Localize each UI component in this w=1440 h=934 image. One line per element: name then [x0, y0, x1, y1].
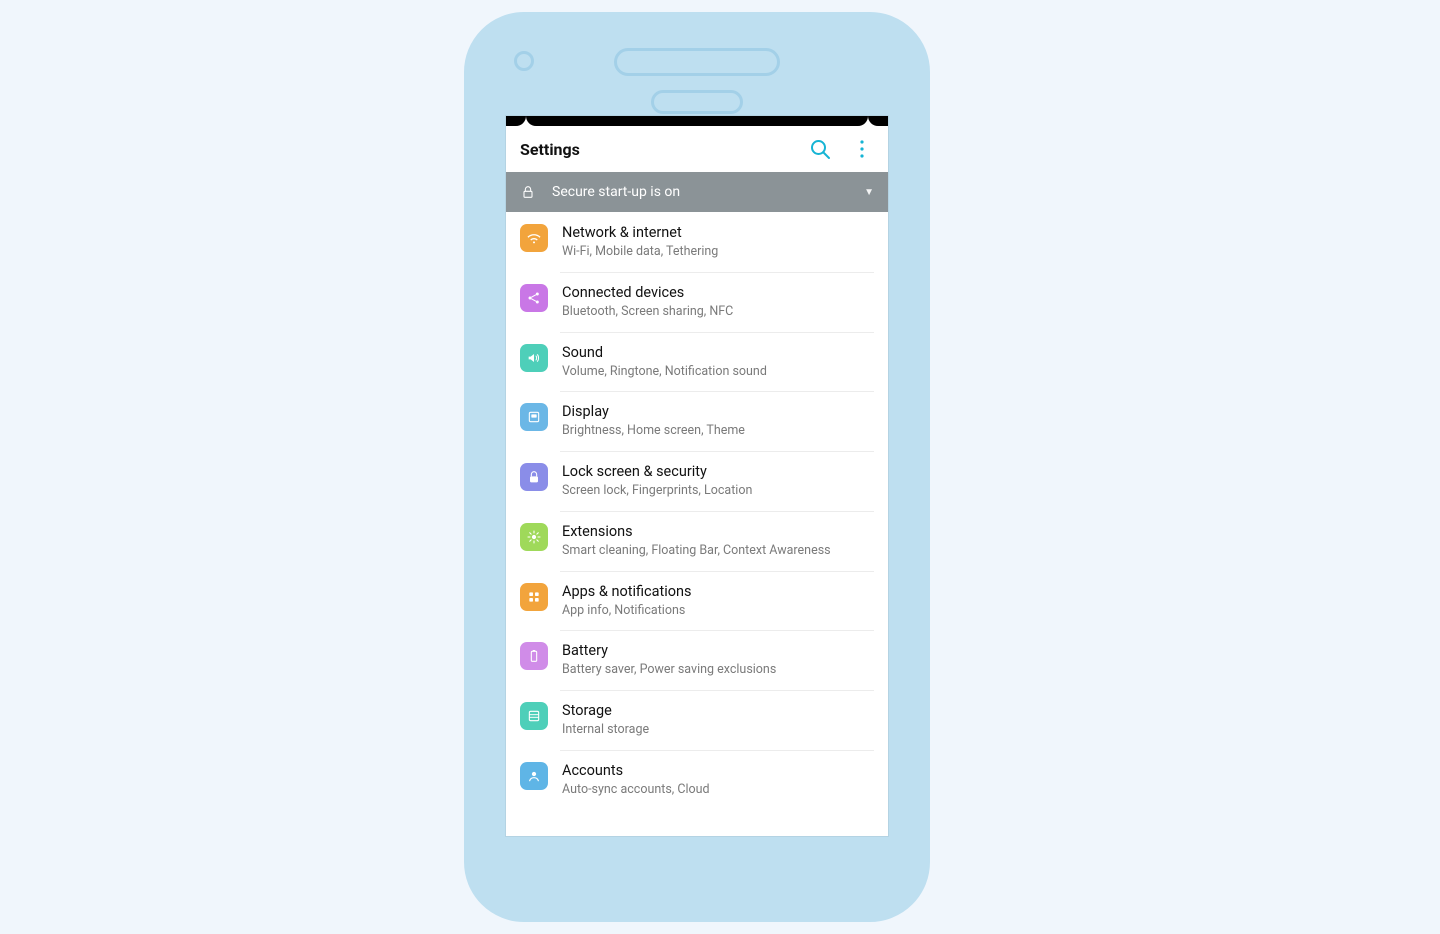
item-subtitle: Brightness, Home screen, Theme	[562, 423, 745, 439]
settings-item-accounts[interactable]: Accounts Auto-sync accounts, Cloud	[506, 750, 888, 810]
item-subtitle: Bluetooth, Screen sharing, NFC	[562, 304, 733, 320]
item-subtitle: Wi-Fi, Mobile data, Tethering	[562, 244, 718, 260]
settings-item-extensions[interactable]: Extensions Smart cleaning, Floating Bar,…	[506, 511, 888, 571]
item-subtitle: Screen lock, Fingerprints, Location	[562, 483, 752, 499]
item-title: Battery	[562, 642, 776, 660]
settings-item-storage[interactable]: Storage Internal storage	[506, 690, 888, 750]
item-title: Accounts	[562, 762, 710, 780]
phone-frame: Settings	[464, 12, 930, 922]
accounts-icon	[520, 762, 548, 790]
item-title: Storage	[562, 702, 649, 720]
phone-speaker-decor	[614, 48, 780, 76]
phone-camera-decor	[514, 51, 534, 71]
item-title: Extensions	[562, 523, 831, 541]
settings-item-connected-devices[interactable]: Connected devices Bluetooth, Screen shar…	[506, 272, 888, 332]
settings-item-sound[interactable]: Sound Volume, Ringtone, Notification sou…	[506, 332, 888, 392]
item-title: Lock screen & security	[562, 463, 752, 481]
more-vert-icon	[850, 137, 874, 161]
settings-list: Network & internet Wi-Fi, Mobile data, T…	[506, 212, 888, 810]
app-bar: Settings	[506, 126, 888, 172]
item-title: Apps & notifications	[562, 583, 692, 601]
settings-item-display[interactable]: Display Brightness, Home screen, Theme	[506, 391, 888, 451]
item-title: Network & internet	[562, 224, 718, 242]
battery-icon	[520, 642, 548, 670]
search-button[interactable]	[808, 137, 832, 161]
display-icon	[520, 403, 548, 431]
search-icon	[808, 137, 832, 161]
extensions-icon	[520, 523, 548, 551]
screen: Settings	[506, 116, 888, 836]
apps-icon	[520, 583, 548, 611]
settings-item-network[interactable]: Network & internet Wi-Fi, Mobile data, T…	[506, 212, 888, 272]
notch	[526, 116, 868, 126]
share-icon	[520, 284, 548, 312]
storage-icon	[520, 702, 548, 730]
lock-icon	[520, 184, 536, 200]
secure-startup-banner[interactable]: Secure start-up is on ▼	[506, 172, 888, 212]
item-subtitle: App info, Notifications	[562, 603, 692, 619]
settings-item-lock-security[interactable]: Lock screen & security Screen lock, Fing…	[506, 451, 888, 511]
wifi-icon	[520, 224, 548, 252]
item-title: Sound	[562, 344, 767, 362]
banner-text: Secure start-up is on	[552, 184, 864, 200]
item-subtitle: Volume, Ringtone, Notification sound	[562, 364, 767, 380]
page-title: Settings	[520, 140, 808, 159]
item-subtitle: Battery saver, Power saving exclusions	[562, 662, 776, 678]
phone-top-decor	[468, 36, 926, 96]
settings-item-apps-notifications[interactable]: Apps & notifications App info, Notificat…	[506, 571, 888, 631]
item-title: Connected devices	[562, 284, 733, 302]
item-subtitle: Internal storage	[562, 722, 649, 738]
more-button[interactable]	[850, 137, 874, 161]
settings-item-battery[interactable]: Battery Battery saver, Power saving excl…	[506, 630, 888, 690]
lock-icon	[520, 463, 548, 491]
item-title: Display	[562, 403, 745, 421]
phone-speaker2-decor	[651, 90, 743, 114]
status-bar	[506, 116, 888, 126]
appbar-actions	[808, 137, 874, 161]
item-subtitle: Auto-sync accounts, Cloud	[562, 782, 710, 798]
sound-icon	[520, 344, 548, 372]
dropdown-icon: ▼	[864, 187, 874, 198]
item-subtitle: Smart cleaning, Floating Bar, Context Aw…	[562, 543, 831, 559]
